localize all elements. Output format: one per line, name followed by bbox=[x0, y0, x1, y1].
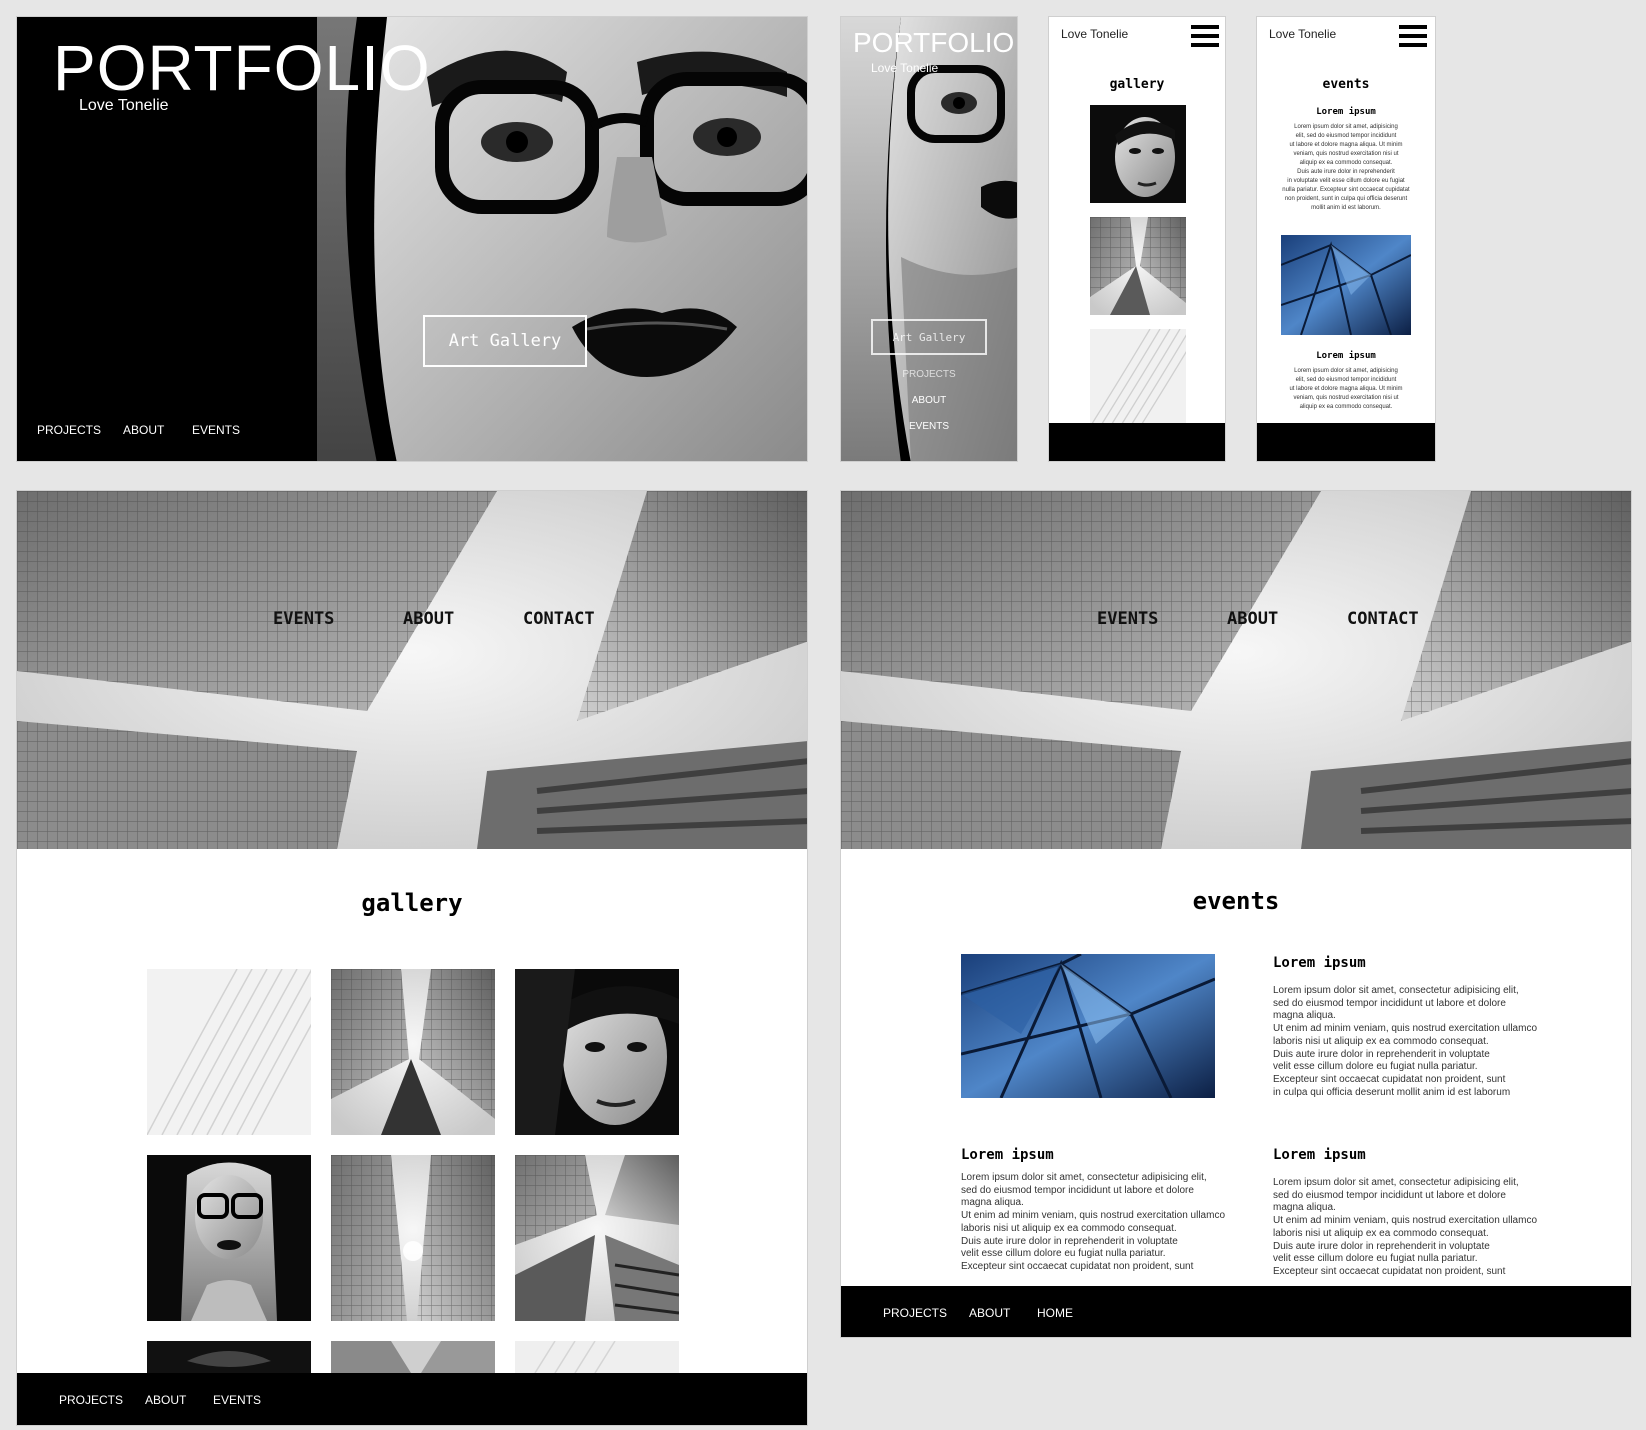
mobile-event-blue-architecture-image bbox=[1281, 235, 1411, 335]
footer-about-link[interactable]: ABOUT bbox=[969, 1306, 1010, 1320]
events-feature-body: Lorem ipsum dolor sit amet, consectetur … bbox=[1273, 985, 1537, 1098]
footer-events-link[interactable]: EVENTS bbox=[213, 1393, 261, 1407]
gallery-thumb-white-lines[interactable] bbox=[1090, 329, 1186, 427]
mobile-gallery-brand: Love Tonelie bbox=[1061, 27, 1129, 41]
top-nav-contact-link[interactable]: CONTACT bbox=[523, 609, 595, 629]
events-col1-title: Lorem ipsum bbox=[961, 1147, 1054, 1163]
top-nav-about-link[interactable]: ABOUT bbox=[1227, 609, 1278, 629]
desktop-gallery-artboard: EVENTS ABOUT CONTACT gallery PROJECTS AB… bbox=[16, 490, 808, 1426]
events-col2-body: Lorem ipsum dolor sit amet, consectetur … bbox=[1273, 1177, 1537, 1277]
gallery-tile-white-lines[interactable] bbox=[147, 969, 311, 1135]
mobile-events-brand: Love Tonelie bbox=[1269, 27, 1337, 41]
desktop-events-artboard: EVENTS ABOUT CONTACT events Lorem ipsum … bbox=[840, 490, 1632, 1338]
mobile-event-2-title: Lorem ipsum bbox=[1316, 351, 1376, 361]
nav-about-link[interactable]: ABOUT bbox=[123, 423, 164, 437]
mobile-portfolio-subtitle: Love Tonelie bbox=[871, 61, 939, 75]
mobile-event-2-body: Lorem ipsum dolor sit amet, adipisicing … bbox=[1289, 368, 1403, 410]
events-feature-title: Lorem ipsum bbox=[1273, 955, 1366, 971]
gallery-thumb-towers[interactable] bbox=[1090, 217, 1186, 315]
mobile-events-heading: events bbox=[1322, 77, 1370, 92]
mobile-gallery-artboard: Love Tonelie gallery bbox=[1048, 16, 1226, 462]
footer-home-link[interactable]: HOME bbox=[1037, 1306, 1073, 1320]
gallery-tile-towers-up[interactable] bbox=[331, 969, 495, 1135]
hamburger-menu-icon[interactable] bbox=[1191, 25, 1219, 47]
top-nav-events-link[interactable]: EVENTS bbox=[273, 609, 334, 629]
desktop-home-artboard: PORTFOLIO Love Tonelie Art Gallery PROJE… bbox=[16, 16, 808, 462]
gallery-hero-skyscrapers-image bbox=[17, 491, 807, 849]
mobile-event-1-title: Lorem ipsum bbox=[1316, 107, 1376, 117]
gallery-tile-white-partial[interactable] bbox=[515, 1341, 679, 1373]
gallery-tile-towers-sun[interactable] bbox=[331, 1155, 495, 1321]
gallery-thumb-man-portrait[interactable] bbox=[1090, 105, 1186, 203]
gallery-tile-lips-partial[interactable] bbox=[147, 1341, 311, 1373]
hamburger-menu-icon[interactable] bbox=[1399, 25, 1427, 47]
gallery-tile-man-portrait[interactable] bbox=[515, 969, 679, 1135]
mobile-art-gallery-button[interactable]: Art Gallery bbox=[871, 319, 987, 355]
gallery-heading: gallery bbox=[361, 889, 463, 917]
footer-about-link[interactable]: ABOUT bbox=[145, 1393, 186, 1407]
mobile-home-artboard: PORTFOLIO Love Tonelie Art Gallery PROJE… bbox=[840, 16, 1018, 462]
mobile-nav-events-link[interactable]: EVENTS bbox=[841, 421, 1017, 432]
mobile-nav-about-link[interactable]: ABOUT bbox=[841, 395, 1017, 406]
events-col1-body: Lorem ipsum dolor sit amet, consectetur … bbox=[961, 1172, 1225, 1272]
gallery-tile-woman-glasses[interactable] bbox=[147, 1155, 311, 1321]
top-nav-events-link[interactable]: EVENTS bbox=[1097, 609, 1158, 629]
gallery-tile-towers-converge[interactable] bbox=[515, 1155, 679, 1321]
events-footer: PROJECTS ABOUT HOME bbox=[841, 1286, 1631, 1337]
events-col2-title: Lorem ipsum bbox=[1273, 1147, 1366, 1163]
mobile-portfolio-title: PORTFOLIO bbox=[853, 27, 1015, 58]
gallery-footer: PROJECTS ABOUT EVENTS bbox=[17, 1373, 807, 1425]
mobile-events-footer bbox=[1257, 423, 1435, 461]
events-hero-skyscrapers-image bbox=[841, 491, 1631, 849]
mobile-event-1-body: Lorem ipsum dolor sit amet, adipisicing … bbox=[1282, 124, 1410, 211]
top-nav-about-link[interactable]: ABOUT bbox=[403, 609, 454, 629]
nav-events-link[interactable]: EVENTS bbox=[192, 423, 240, 437]
footer-projects-link[interactable]: PROJECTS bbox=[59, 1393, 123, 1407]
art-gallery-button[interactable]: Art Gallery bbox=[423, 315, 587, 367]
top-nav-contact-link[interactable]: CONTACT bbox=[1347, 609, 1419, 629]
events-blue-architecture-image bbox=[961, 954, 1215, 1098]
portfolio-subtitle: Love Tonelie bbox=[79, 97, 169, 114]
events-heading: events bbox=[1192, 887, 1280, 915]
nav-projects-link[interactable]: PROJECTS bbox=[37, 423, 101, 437]
gallery-tile-building-partial[interactable] bbox=[331, 1341, 495, 1373]
footer-projects-link[interactable]: PROJECTS bbox=[883, 1306, 947, 1320]
mobile-events-artboard: Love Tonelie events Lorem ipsum Lorem ip… bbox=[1256, 16, 1436, 462]
mobile-nav-projects-link[interactable]: PROJECTS bbox=[841, 369, 1017, 380]
portfolio-title: PORTFOLIO bbox=[53, 32, 431, 104]
mobile-gallery-footer bbox=[1049, 423, 1225, 461]
mobile-gallery-heading: gallery bbox=[1109, 77, 1165, 92]
